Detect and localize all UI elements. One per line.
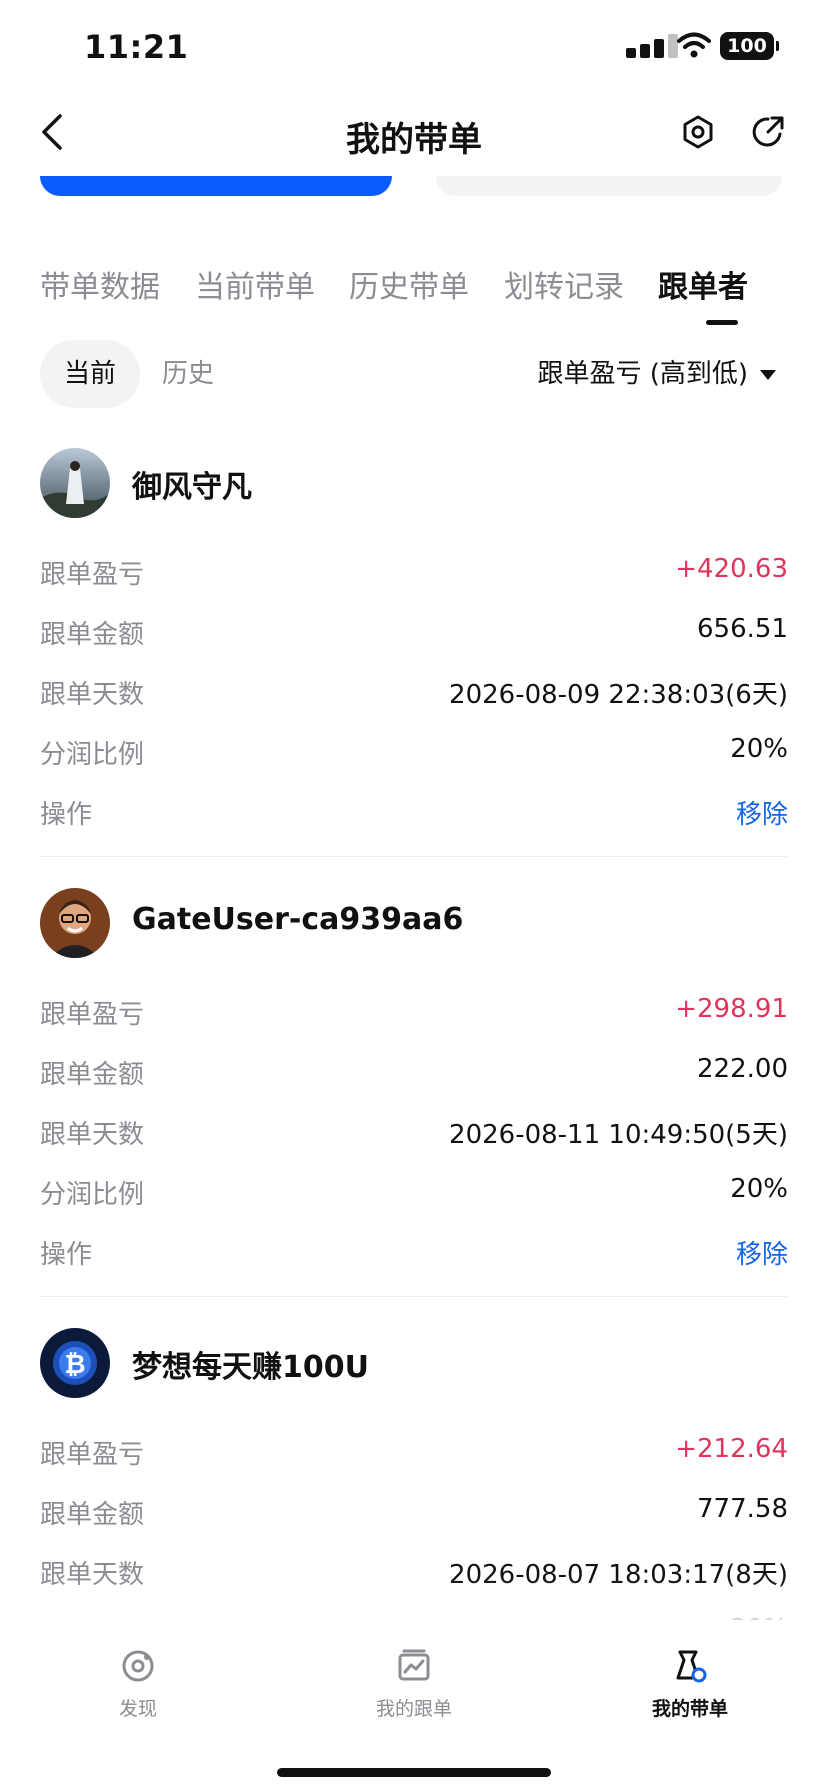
tab-followers[interactable]: 跟单者 xyxy=(658,262,748,306)
days-value: 2026-08-09 22:38:03(6天) xyxy=(449,680,788,710)
secondary-action-button[interactable] xyxy=(436,176,782,196)
bottom-tab-label: 发现 xyxy=(118,1698,157,1720)
primary-action-button[interactable] xyxy=(40,176,392,196)
follower-name: 御风守凡 xyxy=(132,470,252,505)
bottom-tab-discover[interactable]: 发现 xyxy=(58,1648,218,1721)
amount-label: 跟单金额 xyxy=(40,1500,145,1530)
follower-card: 御风守凡 跟单盈亏 +420.63 跟单金额 656.51 跟单天数 2026-08-… xyxy=(40,448,788,842)
status-time: 11:21 xyxy=(84,28,189,66)
filter-history-button[interactable]: 历史 xyxy=(162,340,214,408)
home-indicator xyxy=(277,1768,551,1777)
pnl-label: 跟单盈亏 xyxy=(40,1000,145,1030)
remove-button[interactable]: 移除 xyxy=(736,1234,788,1271)
share-value: 20% xyxy=(730,734,788,764)
bottom-tab-bar: 发现 我的跟单 我的带单 xyxy=(0,1620,828,1792)
amount-value: 777.58 xyxy=(697,1494,788,1524)
pnl-value: +212.64 xyxy=(675,1434,788,1464)
lead-trade-icon xyxy=(676,1650,707,1683)
follower-name: 梦想每天赚100U xyxy=(132,1350,369,1385)
bottom-tab-label: 我的跟单 xyxy=(375,1698,452,1720)
sort-label: 跟单盈亏 (高到低) xyxy=(537,359,748,389)
wifi-icon xyxy=(677,32,711,58)
nav-bar: 我的带单 xyxy=(0,92,828,176)
amount-label: 跟单金额 xyxy=(40,1060,145,1090)
divider xyxy=(40,856,788,857)
avatar[interactable] xyxy=(40,448,110,518)
follower-name: GateUser-ca939aa6 xyxy=(132,902,464,937)
share-label: 分润比例 xyxy=(40,1180,145,1210)
bottom-tab-label: 我的带单 xyxy=(651,1698,728,1720)
tab-bar: 带单数据 当前带单 历史带单 划转记录 跟单者 xyxy=(40,262,800,325)
pnl-value: +420.63 xyxy=(675,554,788,584)
days-label: 跟单天数 xyxy=(40,680,145,710)
tab-indicator xyxy=(706,320,738,325)
tab-lead-data[interactable]: 带单数据 xyxy=(40,262,160,306)
pnl-label: 跟单盈亏 xyxy=(40,1440,145,1470)
pnl-value: +298.91 xyxy=(675,994,788,1024)
status-bar: 11:21 100 xyxy=(0,0,828,92)
tab-transfer-records[interactable]: 划转记录 xyxy=(504,262,624,306)
share-value: 20% xyxy=(730,1174,788,1204)
copy-trade-icon xyxy=(398,1649,430,1681)
tab-current-lead[interactable]: 当前带单 xyxy=(195,262,315,306)
avatar[interactable]: ₿ xyxy=(40,1328,110,1398)
share-icon[interactable] xyxy=(750,114,786,150)
avatar[interactable] xyxy=(40,888,110,958)
days-value: 2026-08-07 18:03:17(8天) xyxy=(449,1560,788,1590)
share-label: 分润比例 xyxy=(40,740,145,770)
amount-value: 222.00 xyxy=(697,1054,788,1084)
days-label: 跟单天数 xyxy=(40,1120,145,1150)
caret-down-icon xyxy=(760,369,776,380)
bottom-tab-my-lead[interactable]: 我的带单 xyxy=(610,1648,770,1721)
tab-history-lead[interactable]: 历史带单 xyxy=(349,262,469,306)
pnl-label: 跟单盈亏 xyxy=(40,560,145,590)
days-label: 跟单天数 xyxy=(40,1560,145,1590)
follower-card: GateUser-ca939aa6 跟单盈亏 +298.91 跟单金额 222.00… xyxy=(40,888,788,1282)
discover-icon xyxy=(122,1650,154,1682)
amount-value: 656.51 xyxy=(697,614,788,644)
divider xyxy=(40,1296,788,1297)
settings-icon[interactable] xyxy=(680,114,716,150)
amount-label: 跟单金额 xyxy=(40,620,145,650)
bottom-tab-my-copy[interactable]: 我的跟单 xyxy=(334,1648,494,1721)
remove-button[interactable]: 移除 xyxy=(736,794,788,831)
action-label: 操作 xyxy=(40,800,93,830)
action-label: 操作 xyxy=(40,1240,93,1270)
sort-dropdown[interactable]: 跟单盈亏 (高到低) xyxy=(537,340,776,408)
filter-current-button[interactable]: 当前 xyxy=(40,340,140,408)
days-value: 2026-08-11 10:49:50(5天) xyxy=(449,1120,788,1150)
battery-icon: 100 xyxy=(720,32,779,60)
svg-text:₿: ₿ xyxy=(64,1350,85,1380)
